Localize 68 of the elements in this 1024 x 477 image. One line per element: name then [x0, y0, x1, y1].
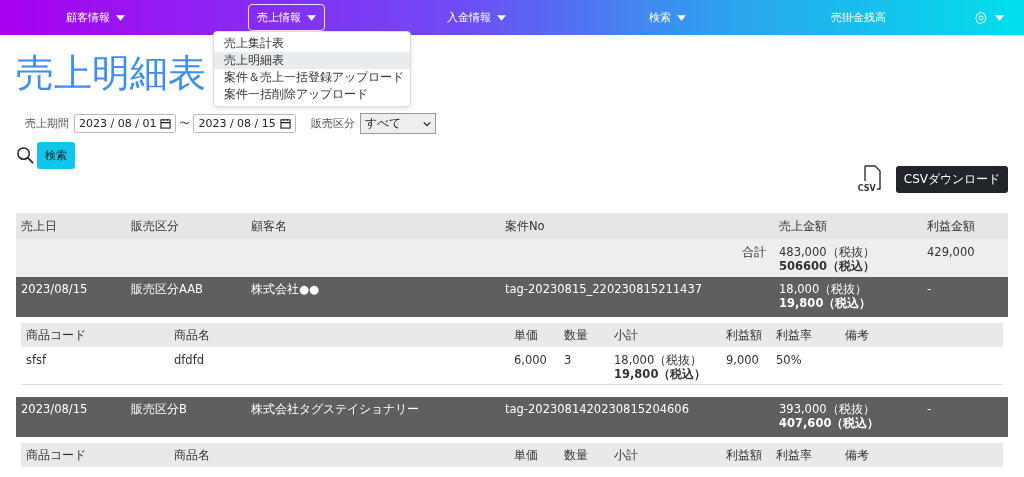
column-header: 商品コード: [25, 447, 87, 463]
column-header: 利益額: [725, 447, 763, 463]
date-field[interactable]: 2023 / 08 / 15: [193, 114, 296, 133]
table-cell-text: 50%: [775, 353, 803, 367]
dropdown-item[interactable]: 売上明細表: [214, 52, 410, 69]
column-header: 案件No: [504, 218, 546, 234]
table-cell-text: tag-20230815_220230815211437: [504, 282, 704, 296]
table-cell-text: -: [926, 282, 933, 296]
table-cell-text: 483,000（税抜）: [779, 245, 876, 259]
column-header: 顧客名: [250, 218, 288, 234]
table-cell-text: sfsf: [25, 353, 48, 367]
column-header: 利益率: [775, 447, 813, 463]
column-header: 単価: [513, 447, 539, 463]
nav-menu-item[interactable]: 入金情報: [438, 4, 516, 31]
column-header: 売上日: [20, 218, 58, 234]
calendar-icon: [160, 118, 172, 129]
table-cell-text: 9,000: [725, 353, 760, 367]
filter-label: 売上期間: [25, 116, 69, 131]
table-cell-text: 18,000（税抜）: [779, 282, 869, 296]
column-header: 販売区分: [130, 218, 180, 234]
dropdown-item[interactable]: 売上集計表: [214, 35, 410, 52]
category-select[interactable]: すべて: [359, 113, 436, 134]
table-cell-text: 429,000: [926, 245, 976, 259]
settings-icon: [973, 9, 990, 26]
column-header: 単価: [513, 327, 539, 343]
column-header: 利益率: [775, 327, 813, 343]
column-header: 商品名: [173, 327, 211, 343]
column-header: 利益金額: [926, 218, 976, 234]
table-cell-text: 株式会社タグステイショナリー: [250, 402, 420, 417]
column-header: 商品コード: [25, 327, 87, 343]
table-cell-text: 19,800（税込）: [614, 367, 708, 381]
table-cell-text: tag-2023081420230815204606: [504, 402, 690, 416]
nav-menu-item[interactable]: 顧客情報: [56, 4, 134, 31]
chevron-down-icon: [422, 120, 431, 127]
table-cell-text: -: [926, 402, 933, 416]
column-header: 数量: [563, 447, 589, 463]
table-cell-text: 2023/08/15: [20, 282, 89, 296]
dropdown-item[interactable]: 案件一括削除アップロード: [214, 86, 410, 103]
dropdown-item[interactable]: 案件＆売上一括登録アップロード: [214, 69, 410, 86]
total-label: 合計: [741, 245, 767, 260]
table-cell-text: 18,000（税抜）: [614, 353, 704, 367]
table-cell-text: 506600（税込）: [779, 259, 876, 273]
column-header: 売上金額: [778, 218, 828, 234]
column-header: 数量: [563, 327, 589, 343]
table-cell-text: 販売区分B: [130, 402, 188, 417]
csv-download-button[interactable]: CSVダウンロード: [895, 165, 1008, 193]
range-separator: 〜: [179, 116, 191, 131]
column-header: 備考: [844, 447, 870, 463]
column-header: 備考: [844, 327, 870, 343]
table-cell-text: 株式会社●●: [250, 282, 321, 297]
search-icon: [16, 146, 35, 165]
table-cell-text: dfdfd: [173, 353, 205, 367]
column-header: 小計: [613, 447, 639, 463]
column-header: 小計: [613, 327, 639, 343]
table-cell-text: 販売区分AAB: [130, 282, 204, 297]
date-field[interactable]: 2023 / 08 / 01: [74, 114, 177, 133]
table-cell-text: 407,600（税込）: [779, 416, 881, 430]
table-cell-text: 2023/08/15: [20, 402, 89, 416]
table-cell-text: 3: [563, 353, 573, 367]
calendar-icon: [279, 118, 291, 129]
filter-label: 販売区分: [310, 116, 355, 131]
search-button[interactable]: 検索: [37, 142, 75, 169]
table-cell-text: 19,800（税込）: [779, 296, 873, 310]
table-cell-text: 6,000: [513, 353, 548, 367]
column-header: 商品名: [173, 447, 211, 463]
table-cell-text: 393,000（税抜）: [779, 402, 876, 416]
column-header: 利益額: [725, 327, 763, 343]
page-title: 売上明細表: [16, 50, 206, 97]
